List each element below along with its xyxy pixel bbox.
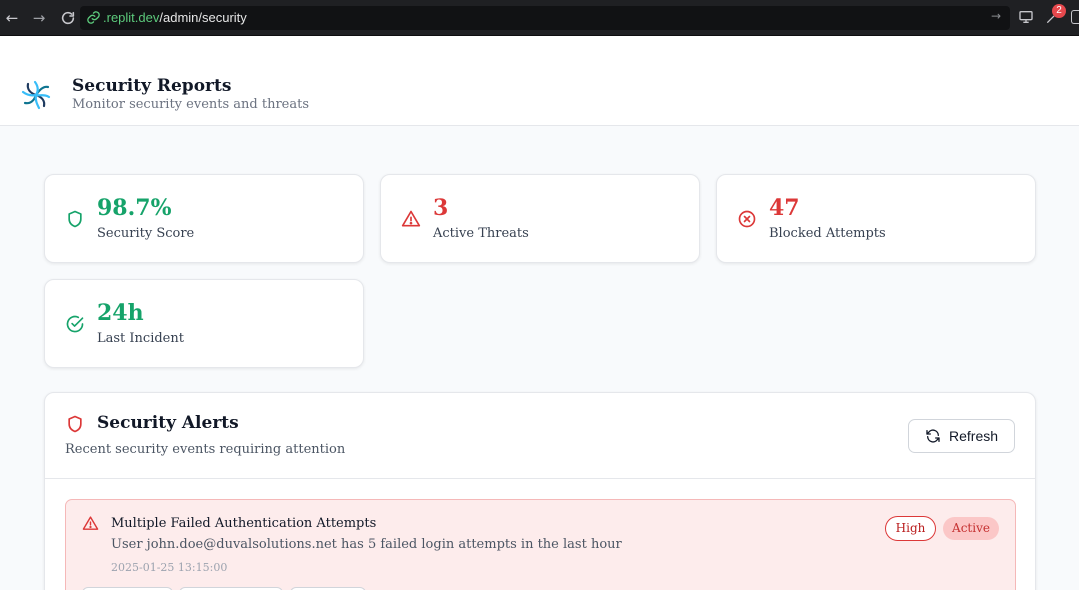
warning-triangle-icon — [401, 209, 421, 229]
address-url[interactable]: .replit.dev/admin/security — [103, 10, 247, 25]
monitor-icon[interactable] — [1018, 9, 1036, 27]
stat-label: Blocked Attempts — [769, 226, 886, 241]
stat-card-blocked-attempts: 47 Blocked Attempts — [716, 174, 1036, 263]
back-arrow-icon[interactable]: ← — [2, 8, 22, 28]
forward-arrow-icon[interactable]: → — [29, 8, 49, 28]
alerts-title: Security Alerts — [97, 413, 239, 433]
extensions-icon[interactable] — [1071, 10, 1079, 24]
alert-description: User john.doe@duvalsolutions.net has 5 f… — [111, 537, 622, 552]
stat-value: 24h — [97, 300, 144, 326]
page-subtitle: Monitor security events and threats — [72, 97, 310, 112]
check-circle-icon — [65, 314, 85, 334]
alert-timestamp: 2025-01-25 13:15:00 — [111, 561, 228, 574]
security-alerts-panel: Security Alerts Recent security events r… — [44, 392, 1036, 590]
stat-card-active-threats: 3 Active Threats — [380, 174, 700, 263]
refresh-label: Refresh — [949, 428, 999, 444]
app-logo-icon — [18, 77, 54, 113]
notification-badge: 2 — [1052, 4, 1066, 18]
go-arrow-icon[interactable]: → — [991, 9, 1001, 23]
refresh-icon — [925, 428, 941, 444]
stat-value: 3 — [433, 195, 449, 221]
url-domain: .replit.dev — [103, 10, 160, 25]
url-path: /admin/security — [159, 10, 247, 25]
page-title: Security Reports — [72, 76, 232, 96]
shield-icon — [65, 209, 85, 229]
stat-card-security-score: 98.7% Security Score — [44, 174, 364, 263]
x-circle-icon — [737, 209, 757, 229]
browser-toolbar: ← → .replit.dev/admin/security → 2 — [0, 0, 1079, 36]
stat-card-last-incident: 24h Last Incident — [44, 279, 364, 368]
warning-triangle-icon — [82, 515, 99, 532]
severity-badge: High — [885, 516, 936, 541]
stat-label: Security Score — [97, 226, 195, 241]
stat-label: Active Threats — [433, 226, 529, 241]
divider — [45, 478, 1035, 479]
stat-label: Last Incident — [97, 331, 184, 346]
status-badge: Active — [943, 517, 999, 540]
page-header: Security Reports Monitor security events… — [0, 36, 1079, 126]
shield-icon — [65, 414, 85, 434]
stat-value: 98.7% — [97, 195, 172, 221]
alert-item[interactable]: Multiple Failed Authentication Attempts … — [65, 499, 1016, 590]
alerts-description: Recent security events requiring attenti… — [65, 442, 346, 457]
refresh-button[interactable]: Refresh — [908, 419, 1015, 453]
alert-title: Multiple Failed Authentication Attempts — [111, 516, 377, 531]
reload-icon[interactable] — [58, 8, 78, 28]
stat-value: 47 — [769, 195, 800, 221]
link-icon — [86, 10, 102, 26]
